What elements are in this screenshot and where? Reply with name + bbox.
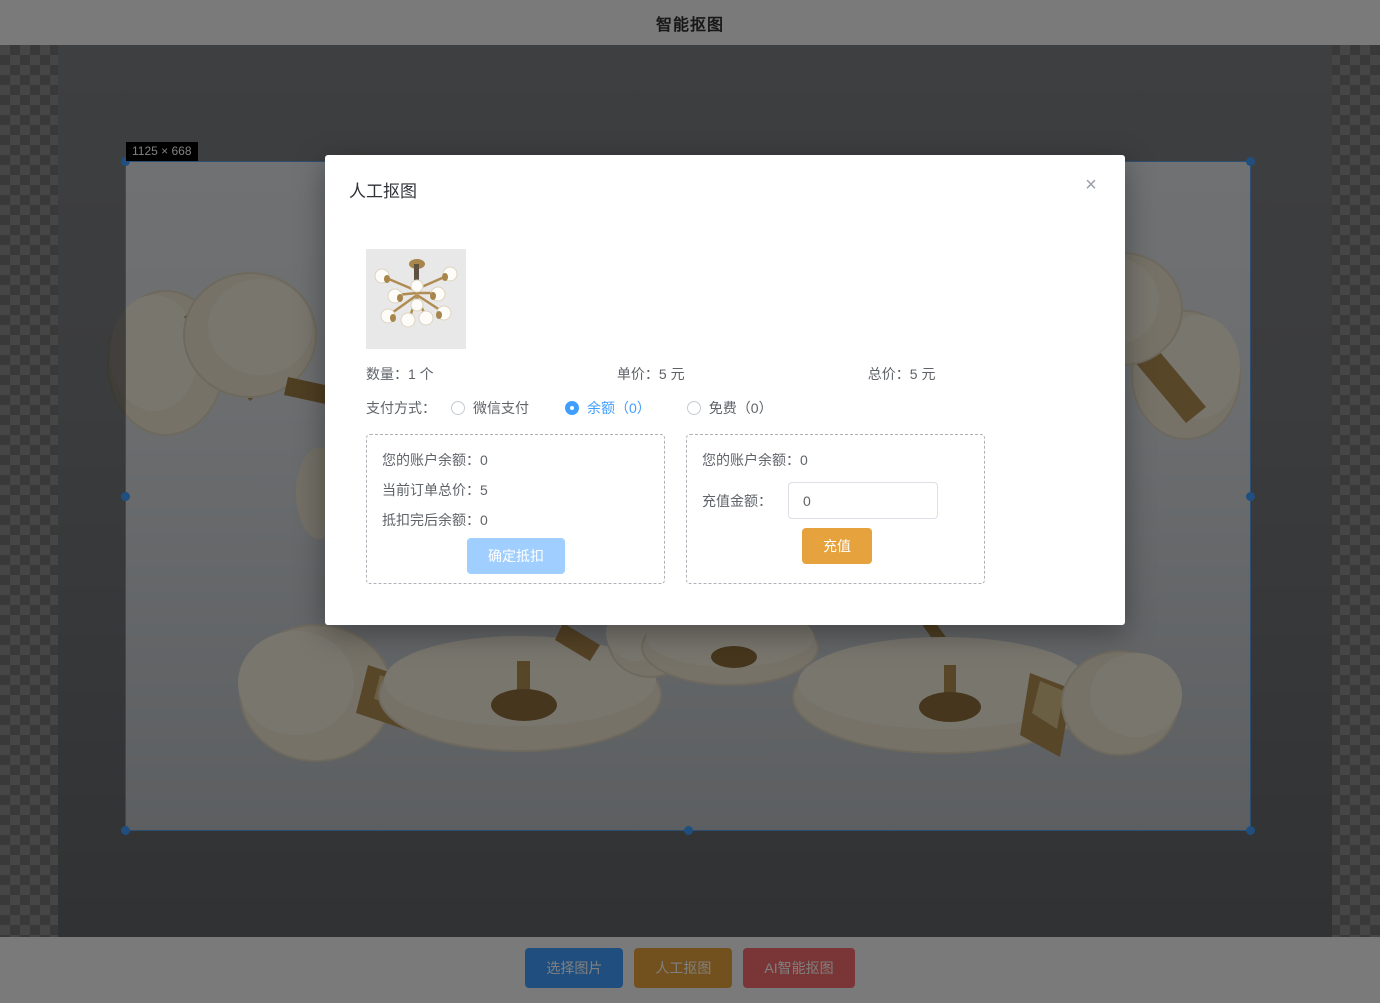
recharge-amount-input[interactable]	[788, 482, 938, 519]
manual-cutout-modal: 人工抠图 × 数量：1 个 单价：5 元 总价：5 元 支付方式： 微信支付 余…	[325, 155, 1125, 625]
payment-method-row: 支付方式： 微信支付 余额（0） 免费（0）	[366, 398, 809, 418]
order-total-label: 当前订单总价：	[382, 482, 480, 498]
recharge-amount-label: 充值金额：	[702, 493, 772, 509]
total-price-label: 总价：	[867, 366, 910, 382]
payment-method-label: 支付方式：	[366, 400, 436, 416]
product-thumbnail	[366, 249, 466, 349]
radio-wechat-pay[interactable]: 微信支付	[451, 398, 529, 418]
account-balance-value: 0	[480, 452, 488, 468]
order-summary-row: 数量：1 个 单价：5 元 总价：5 元	[366, 364, 1006, 384]
recharge-balance-label: 您的账户余额：	[702, 452, 800, 468]
radio-wechat-label: 微信支付	[473, 400, 529, 416]
radio-free[interactable]: 免费（0）	[686, 398, 773, 418]
modal-close-button[interactable]: ×	[1079, 173, 1103, 197]
recharge-box: 您的账户余额：0 充值金额： 充值	[686, 434, 985, 584]
quantity-value: 1 个	[408, 366, 434, 382]
unit-price-value: 5 元	[658, 366, 685, 382]
recharge-button[interactable]: 充值	[802, 528, 872, 564]
order-total-value: 5	[480, 482, 488, 498]
recharge-balance-value: 0	[800, 452, 808, 468]
close-icon: ×	[1085, 174, 1097, 196]
quantity-label: 数量：	[366, 366, 408, 382]
confirm-deduct-button[interactable]: 确定抵扣	[467, 538, 565, 574]
radio-balance[interactable]: 余额（0）	[565, 398, 651, 418]
radio-icon	[451, 401, 465, 415]
radio-free-label: 免费（0）	[708, 400, 773, 416]
radio-icon	[686, 401, 701, 415]
after-deduct-value: 0	[480, 512, 488, 528]
radio-checked-icon	[565, 401, 579, 415]
total-price-value: 5 元	[909, 366, 936, 382]
deduct-box: 您的账户余额：0 当前订单总价：5 抵扣完后余额：0 确定抵扣	[366, 434, 665, 584]
radio-balance-label: 余额（0）	[587, 400, 651, 416]
modal-title: 人工抠图	[349, 182, 417, 201]
unit-price-label: 单价：	[616, 366, 659, 382]
account-balance-label: 您的账户余额：	[382, 452, 480, 468]
after-deduct-label: 抵扣完后余额：	[382, 512, 480, 528]
